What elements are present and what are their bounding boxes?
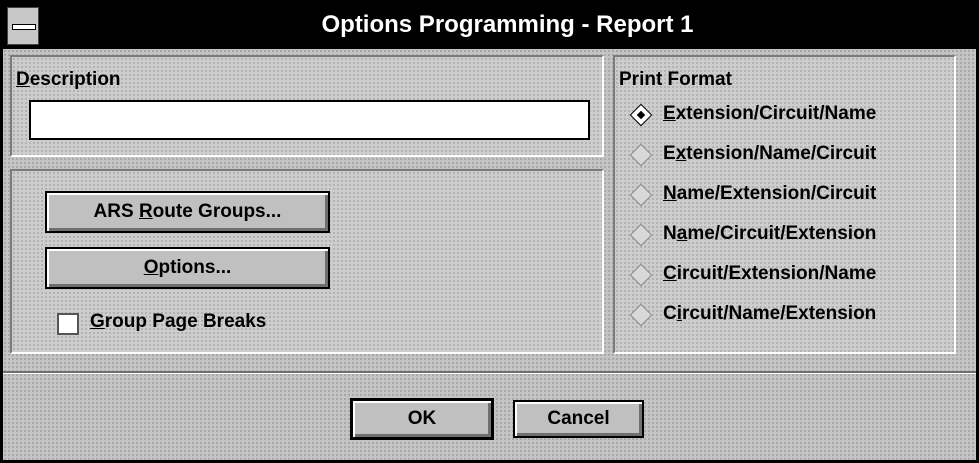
description-panel: Description: [10, 55, 604, 157]
description-label: Description: [16, 69, 121, 90]
print-format-panel: Print Format Extension/Circuit/Name Exte…: [613, 55, 956, 354]
cancel-button[interactable]: Cancel: [513, 400, 644, 438]
group-page-breaks-checkbox[interactable]: [57, 313, 79, 335]
radio-label: Circuit/Extension/Name: [663, 263, 877, 284]
radio-icon: [629, 223, 653, 247]
radio-label: Extension/Name/Circuit: [663, 143, 877, 164]
radio-label: Name/Extension/Circuit: [663, 183, 877, 204]
ok-button[interactable]: OK: [350, 398, 494, 440]
print-format-title: Print Format: [619, 69, 732, 90]
ars-route-groups-button[interactable]: ARS Route Groups...: [45, 191, 330, 233]
system-menu-button[interactable]: [7, 7, 39, 45]
radio-icon: [629, 143, 653, 167]
separator: [3, 371, 976, 374]
options-panel: ARS Route Groups... Options... Group Pag…: [10, 169, 604, 354]
radio-label: Circuit/Name/Extension: [663, 303, 877, 324]
group-page-breaks-label: Group Page Breaks: [90, 311, 267, 332]
radio-selected-icon: [629, 103, 653, 127]
options-button[interactable]: Options...: [45, 247, 330, 289]
title-bar: Options Programming - Report 1: [3, 3, 976, 49]
window-title: Options Programming - Report 1: [321, 11, 694, 38]
radio-label: Name/Circuit/Extension: [663, 223, 877, 244]
description-input[interactable]: [29, 100, 590, 140]
options-programming-dialog: Options Programming - Report 1 Descripti…: [0, 0, 979, 463]
system-menu-icon: [12, 24, 36, 30]
radio-icon: [629, 183, 653, 207]
radio-label: Extension/Circuit/Name: [663, 103, 877, 124]
radio-icon: [629, 303, 653, 327]
dialog-body: Description ARS Route Groups... Options.…: [3, 49, 976, 460]
radio-icon: [629, 263, 653, 287]
